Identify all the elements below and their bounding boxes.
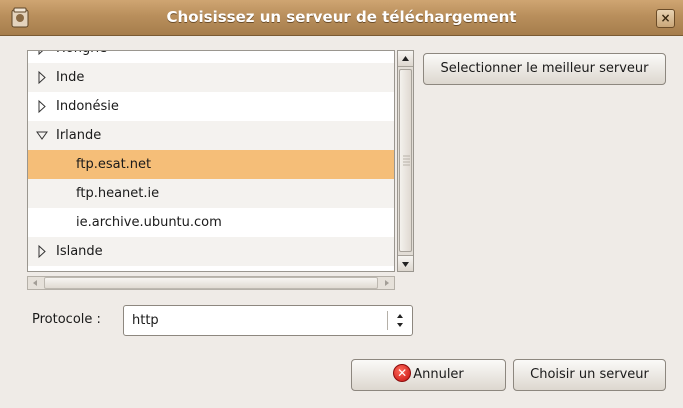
arrow-down-icon (402, 262, 409, 267)
select-best-server-button[interactable]: Selectionner le meilleur serveur (423, 53, 666, 85)
grip-icon (403, 155, 410, 166)
scroll-right-button[interactable] (380, 277, 394, 289)
tree-row-label: Indonésie (56, 99, 119, 114)
choose-server-button[interactable]: Choisir un serveur (513, 359, 666, 391)
close-icon: × (660, 11, 671, 25)
tree-row-label: ftp.heanet.ie (76, 186, 160, 201)
cancel-button-label: Annuler (413, 367, 464, 382)
protocol-label: Protocole : (32, 312, 101, 327)
dialog-window: Choisissez un serveur de téléchargement … (0, 0, 683, 408)
scroll-down-button[interactable] (398, 255, 413, 271)
tree-row-partial[interactable]: Hongrie (28, 50, 394, 63)
expander-collapsed-icon[interactable] (36, 237, 48, 266)
scroll-up-button[interactable] (398, 51, 413, 67)
arrow-up-icon (402, 56, 409, 61)
tree-row-label: Hongrie (56, 51, 107, 63)
title-bar[interactable]: Choisissez un serveur de téléchargement … (0, 0, 683, 36)
scroll-left-button[interactable] (28, 277, 42, 289)
arrow-right-icon (385, 280, 389, 286)
close-button[interactable]: × (656, 9, 675, 28)
server-tree-list[interactable]: Hongrie Inde Indonésie Irlande ftp.esat.… (27, 50, 395, 272)
expander-expanded-icon[interactable] (36, 121, 48, 150)
tree-row-label: Inde (56, 70, 85, 85)
tree-row-country[interactable]: Indonésie (28, 92, 394, 121)
tree-row-country[interactable]: Islande (28, 237, 394, 266)
expander-collapsed-icon[interactable] (36, 50, 48, 63)
cancel-button[interactable]: ✕ Annuler (351, 359, 506, 391)
tree-row-server[interactable]: ftp.heanet.ie (28, 179, 394, 208)
scroll-thumb[interactable] (44, 277, 378, 289)
horizontal-scrollbar[interactable] (27, 276, 395, 290)
chevron-updown-icon (397, 314, 403, 327)
vertical-scrollbar[interactable] (397, 50, 414, 272)
scroll-thumb[interactable] (399, 69, 412, 252)
tree-row-server-selected[interactable]: ftp.esat.net (28, 150, 394, 179)
window-title: Choisissez un serveur de téléchargement (166, 8, 517, 26)
tree-row-server[interactable]: ie.archive.ubuntu.com (28, 208, 394, 237)
cancel-icon: ✕ (393, 364, 412, 382)
tree-row-country[interactable]: Inde (28, 63, 394, 92)
expander-collapsed-icon[interactable] (36, 63, 48, 92)
tree-row-country[interactable]: Irlande (28, 121, 394, 150)
expander-collapsed-icon[interactable] (36, 92, 48, 121)
arrow-left-icon (33, 280, 37, 286)
tree-row-label: Irlande (56, 128, 102, 143)
protocol-select[interactable]: http (123, 305, 413, 336)
tree-row-label: ie.archive.ubuntu.com (76, 215, 222, 230)
tree-row-label: Islande (56, 244, 103, 259)
combo-separator (387, 311, 388, 330)
protocol-value: http (132, 313, 159, 328)
tree-row-label: ftp.esat.net (76, 157, 152, 172)
